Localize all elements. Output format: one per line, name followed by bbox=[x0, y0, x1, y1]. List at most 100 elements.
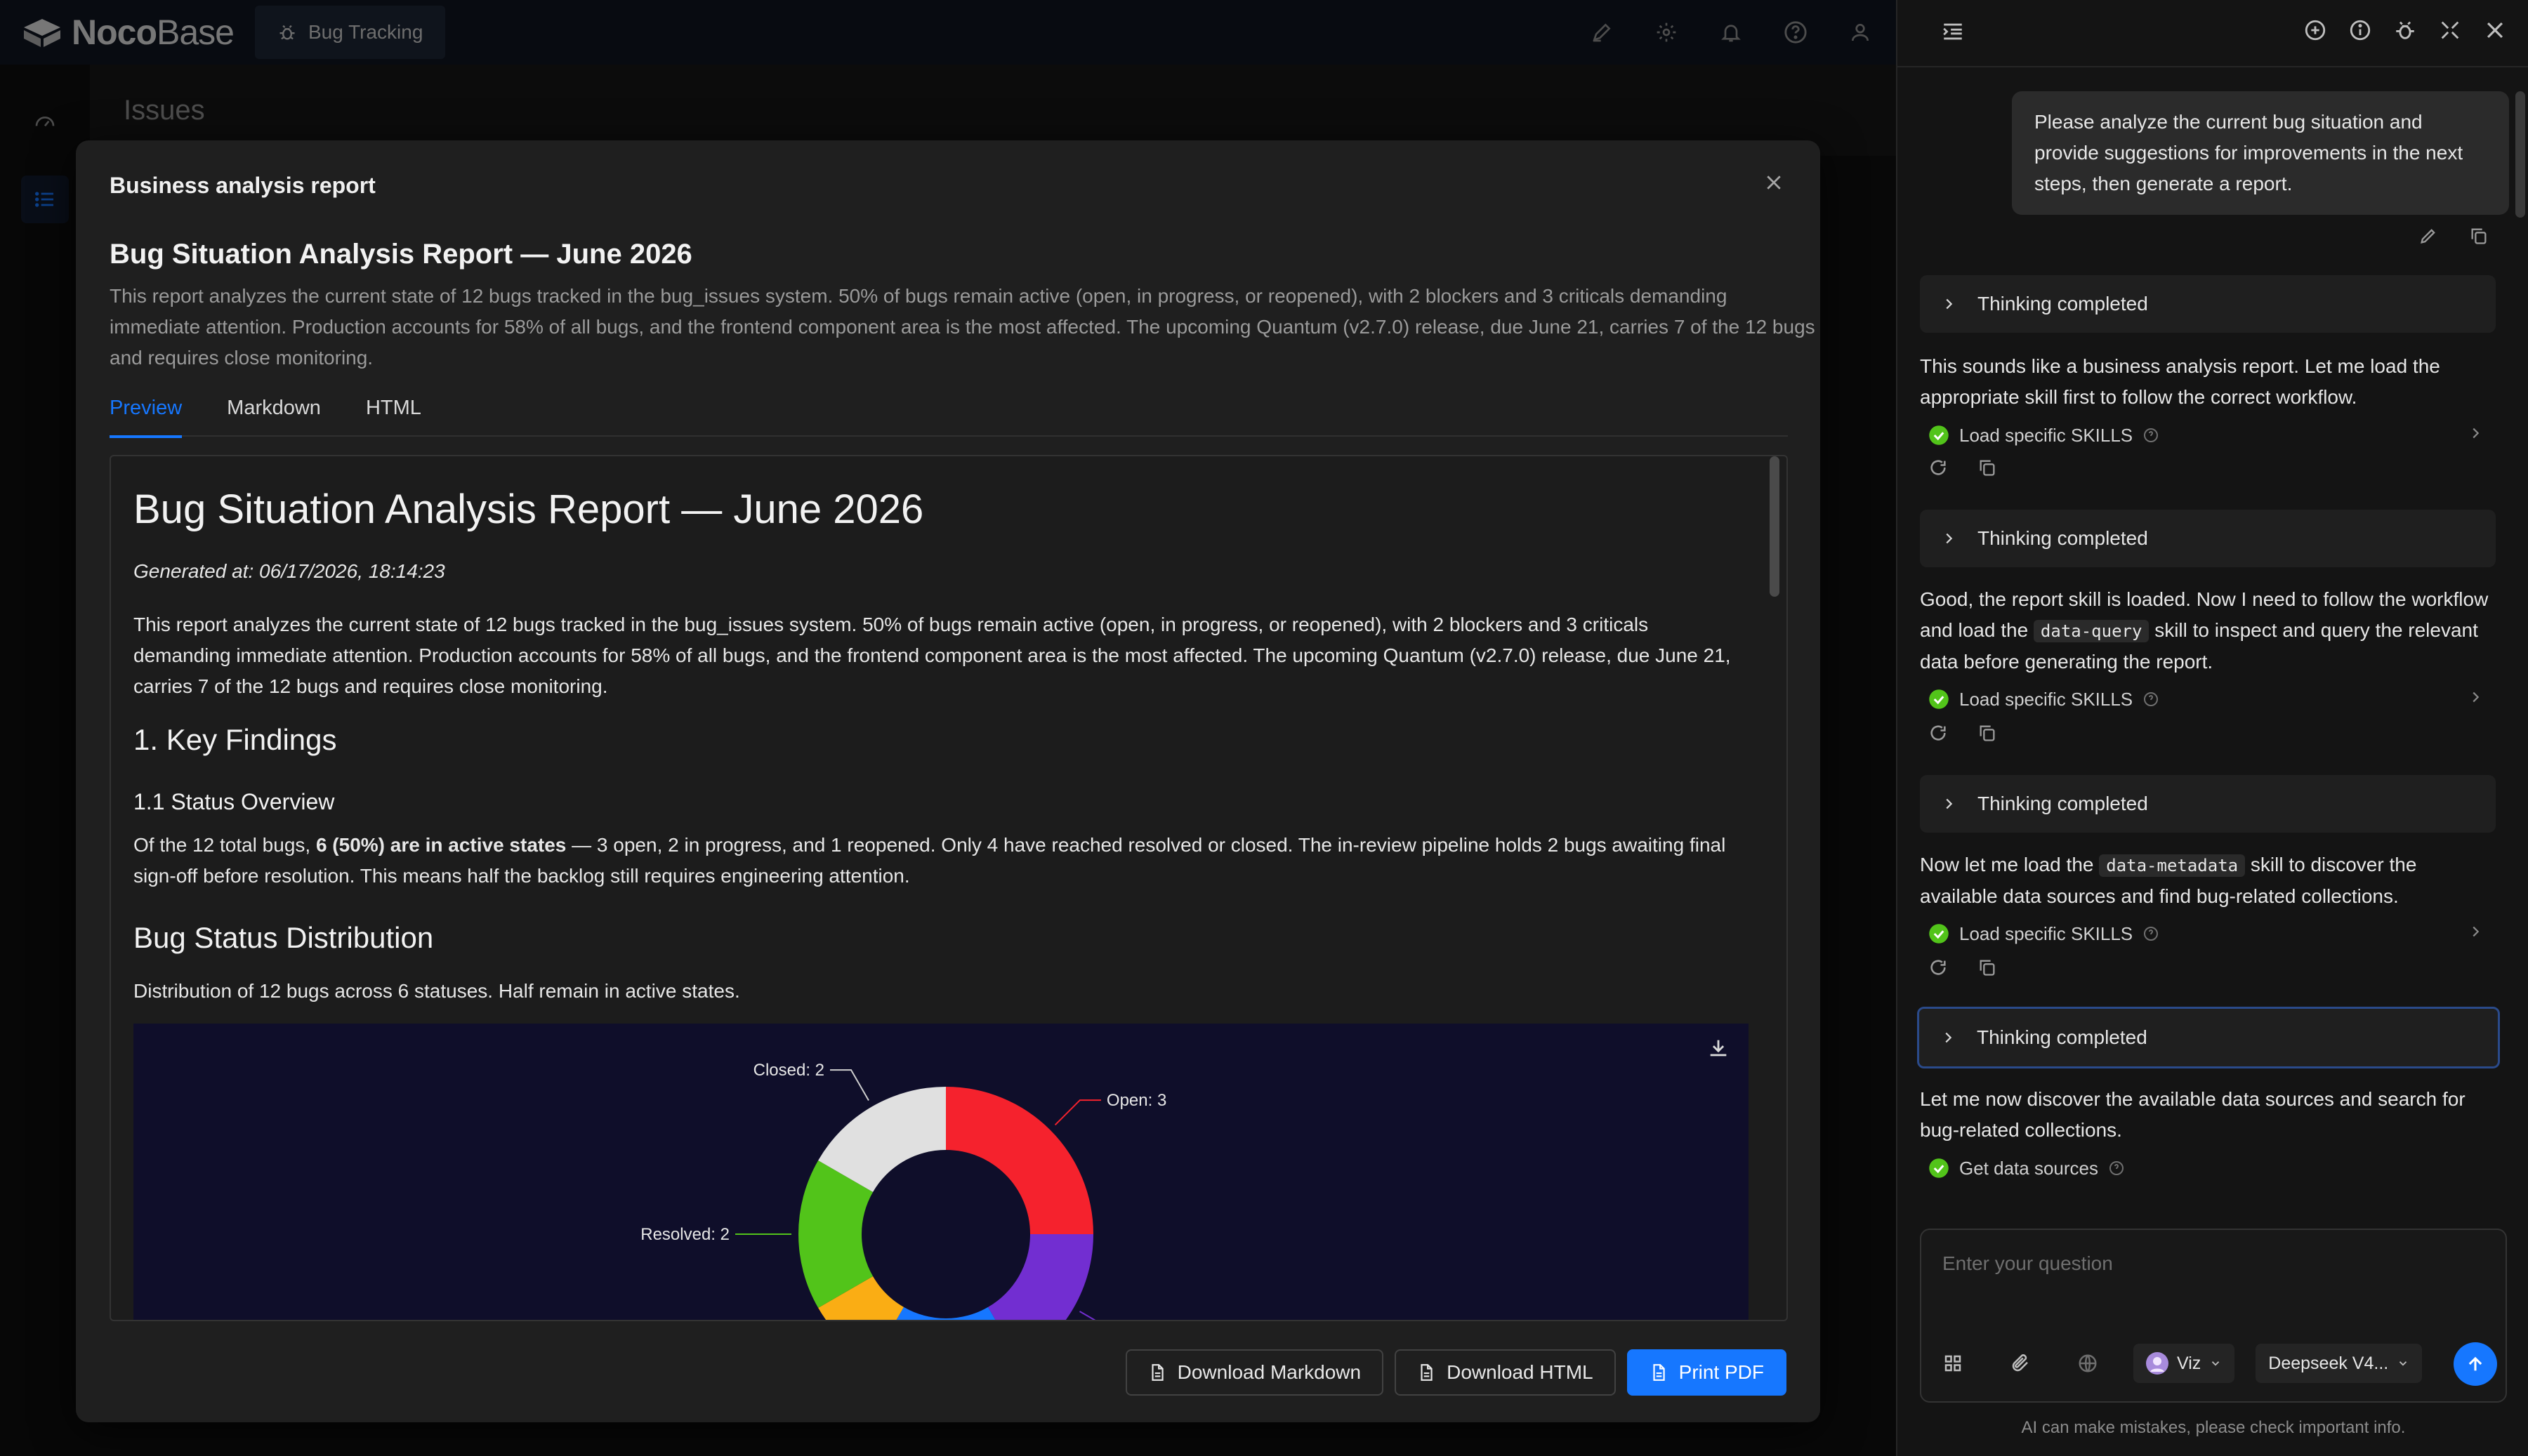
ai-panel-header bbox=[1897, 0, 2528, 67]
close-icon bbox=[1767, 176, 1781, 190]
retry-icon[interactable] bbox=[1928, 958, 1948, 977]
info-icon[interactable] bbox=[2348, 18, 2372, 42]
user-message: Please analyze the current bug situation… bbox=[2012, 91, 2509, 215]
thinking-collapse[interactable]: Thinking completed bbox=[1920, 275, 2496, 333]
tool-name: Load specific SKILLS bbox=[1959, 424, 2133, 446]
thinking-collapse[interactable]: Thinking completed bbox=[1920, 775, 2496, 833]
menu-unfold-icon[interactable] bbox=[1941, 20, 1965, 44]
chevron-right-icon bbox=[1946, 533, 1953, 544]
download-icon bbox=[1710, 1040, 1727, 1057]
donut-svg: Open: 3 In Progress: 2 Resolved: 2 Closed: … bbox=[640, 1061, 1242, 1321]
check-circle-icon bbox=[1929, 425, 1949, 445]
tool-name: Get data sources bbox=[1959, 1157, 2098, 1179]
ai-disclaimer: AI can make mistakes, please check impor… bbox=[2021, 1418, 2406, 1437]
question-circle-icon[interactable] bbox=[2142, 427, 2159, 444]
inline-code: data-metadata bbox=[2099, 854, 2246, 877]
report-modal: Business analysis report Bug Situation A… bbox=[76, 140, 1820, 1422]
subsection-status-overview: 1.1 Status Overview bbox=[133, 789, 335, 814]
inline-code: data-query bbox=[2033, 620, 2150, 642]
thinking-collapse[interactable]: Thinking completed bbox=[1920, 510, 2496, 567]
globe-icon[interactable] bbox=[2077, 1353, 2098, 1374]
agent-selector[interactable]: Viz bbox=[2133, 1344, 2235, 1383]
question-circle-icon[interactable] bbox=[2108, 1160, 2125, 1177]
print-pdf-label: Print PDF bbox=[1678, 1361, 1764, 1383]
tool-call-load-skills[interactable]: Load specific SKILLS bbox=[1928, 920, 2490, 948]
arrow-up-icon bbox=[2468, 1356, 2482, 1371]
expand-icon[interactable] bbox=[2438, 18, 2462, 42]
check-circle-icon bbox=[1929, 1158, 1949, 1178]
ai-assistant-panel: Please analyze the current bug situation… bbox=[1896, 0, 2528, 1456]
pdf-file-icon bbox=[1653, 1364, 1665, 1381]
preview-scrollbar[interactable] bbox=[1770, 456, 1779, 597]
copy-icon[interactable] bbox=[2469, 226, 2489, 246]
send-button[interactable] bbox=[2454, 1342, 2497, 1386]
bug-icon[interactable] bbox=[2393, 18, 2417, 42]
generated-timestamp: Generated at: 06/17/2026, 18:14:23 bbox=[133, 560, 445, 582]
check-circle-icon bbox=[1929, 689, 1949, 709]
tool-call-load-skills[interactable]: Load specific SKILLS bbox=[1928, 685, 2490, 713]
attachment-icon[interactable] bbox=[2010, 1353, 2031, 1374]
report-tabs: Preview Markdown HTML bbox=[110, 386, 1788, 438]
chart-download-button[interactable] bbox=[1706, 1036, 1734, 1064]
thinking-label: Thinking completed bbox=[1977, 293, 2148, 315]
model-name: Deepseek V4... bbox=[2268, 1353, 2389, 1373]
tool-call-load-skills[interactable]: Load specific SKILLS bbox=[1928, 421, 2490, 449]
file-icon bbox=[1152, 1364, 1164, 1381]
download-html-label: Download HTML bbox=[1447, 1361, 1593, 1383]
copy-icon[interactable] bbox=[1977, 723, 1997, 743]
download-markdown-label: Download Markdown bbox=[1177, 1361, 1362, 1383]
donut-label: Resolved: 2 bbox=[640, 1225, 730, 1244]
report-description: This report analyzes the current state o… bbox=[110, 285, 1815, 369]
assistant-message: Let me now discover the available data s… bbox=[1920, 1088, 2466, 1141]
status-paragraph: Of the 12 total bugs, 6 (50%) are in act… bbox=[133, 834, 1726, 887]
donut-label-line bbox=[1079, 1311, 1096, 1320]
download-markdown-button[interactable]: Download Markdown bbox=[1125, 1349, 1384, 1396]
tool-name: Load specific SKILLS bbox=[1959, 688, 2133, 710]
tool-name: Load specific SKILLS bbox=[1959, 922, 2133, 944]
chevron-right-icon[interactable] bbox=[2468, 425, 2483, 441]
donut-label-line bbox=[830, 1069, 869, 1101]
retry-icon[interactable] bbox=[1928, 723, 1948, 743]
tool-call-get-data-sources[interactable]: Get data sources bbox=[1928, 1154, 2490, 1182]
avatar bbox=[2146, 1352, 2168, 1375]
download-html-button[interactable]: Download HTML bbox=[1395, 1349, 1616, 1396]
agent-name: Viz bbox=[2177, 1353, 2201, 1373]
tab-markdown[interactable]: Markdown bbox=[227, 386, 321, 437]
donut-slice-in-progress[interactable] bbox=[988, 1234, 1093, 1321]
model-selector[interactable]: Deepseek V4... bbox=[2256, 1344, 2423, 1383]
ai-chat-scrollbar[interactable] bbox=[2515, 91, 2525, 218]
chevron-right-icon bbox=[1946, 298, 1953, 310]
section-key-findings: 1. Key Findings bbox=[133, 723, 337, 756]
chevron-down-icon bbox=[2399, 1361, 2407, 1366]
retry-icon[interactable] bbox=[1928, 458, 1948, 477]
report-title: Bug Situation Analysis Report — June 202… bbox=[110, 239, 692, 270]
report-preview[interactable]: Bug Situation Analysis Report — June 202… bbox=[110, 455, 1788, 1321]
thinking-collapse[interactable]: Thinking completed bbox=[1917, 1007, 2500, 1068]
chevron-down-icon bbox=[2212, 1361, 2220, 1366]
thinking-label: Thinking completed bbox=[1977, 1026, 2147, 1048]
status-donut-chart: Open: 3 In Progress: 2 Resolved: 2 Closed: … bbox=[133, 1024, 1749, 1321]
apps-icon[interactable] bbox=[1942, 1353, 1963, 1374]
question-circle-icon[interactable] bbox=[2142, 691, 2159, 708]
close-button[interactable] bbox=[1757, 166, 1791, 199]
donut-label: Closed: 2 bbox=[753, 1061, 824, 1080]
tab-preview[interactable]: Preview bbox=[110, 386, 183, 438]
tab-html[interactable]: HTML bbox=[366, 386, 421, 437]
chat-input-box[interactable]: Enter your question Viz Deepseek V4... bbox=[1920, 1229, 2507, 1403]
print-pdf-button[interactable]: Print PDF bbox=[1626, 1349, 1786, 1396]
chat-input-placeholder[interactable]: Enter your question bbox=[1942, 1252, 2113, 1275]
new-chat-icon[interactable] bbox=[2303, 18, 2327, 42]
modal-title: Business analysis report bbox=[110, 173, 376, 198]
copy-icon[interactable] bbox=[1977, 958, 1997, 977]
thinking-label: Thinking completed bbox=[1977, 793, 2148, 814]
copy-icon[interactable] bbox=[1977, 458, 1997, 477]
chevron-right-icon[interactable] bbox=[2468, 924, 2483, 939]
close-icon[interactable] bbox=[2483, 18, 2507, 42]
question-circle-icon[interactable] bbox=[2142, 925, 2159, 942]
donut-label: In Progress: 2 bbox=[1137, 1320, 1242, 1321]
donut-label-line bbox=[1054, 1099, 1101, 1126]
chart-caption: Distribution of 12 bugs across 6 statuse… bbox=[133, 980, 740, 1002]
edit-icon[interactable] bbox=[2418, 226, 2438, 246]
assistant-message: Now let me load the data-metadata skill … bbox=[1920, 854, 2417, 907]
chevron-right-icon[interactable] bbox=[2468, 689, 2483, 705]
